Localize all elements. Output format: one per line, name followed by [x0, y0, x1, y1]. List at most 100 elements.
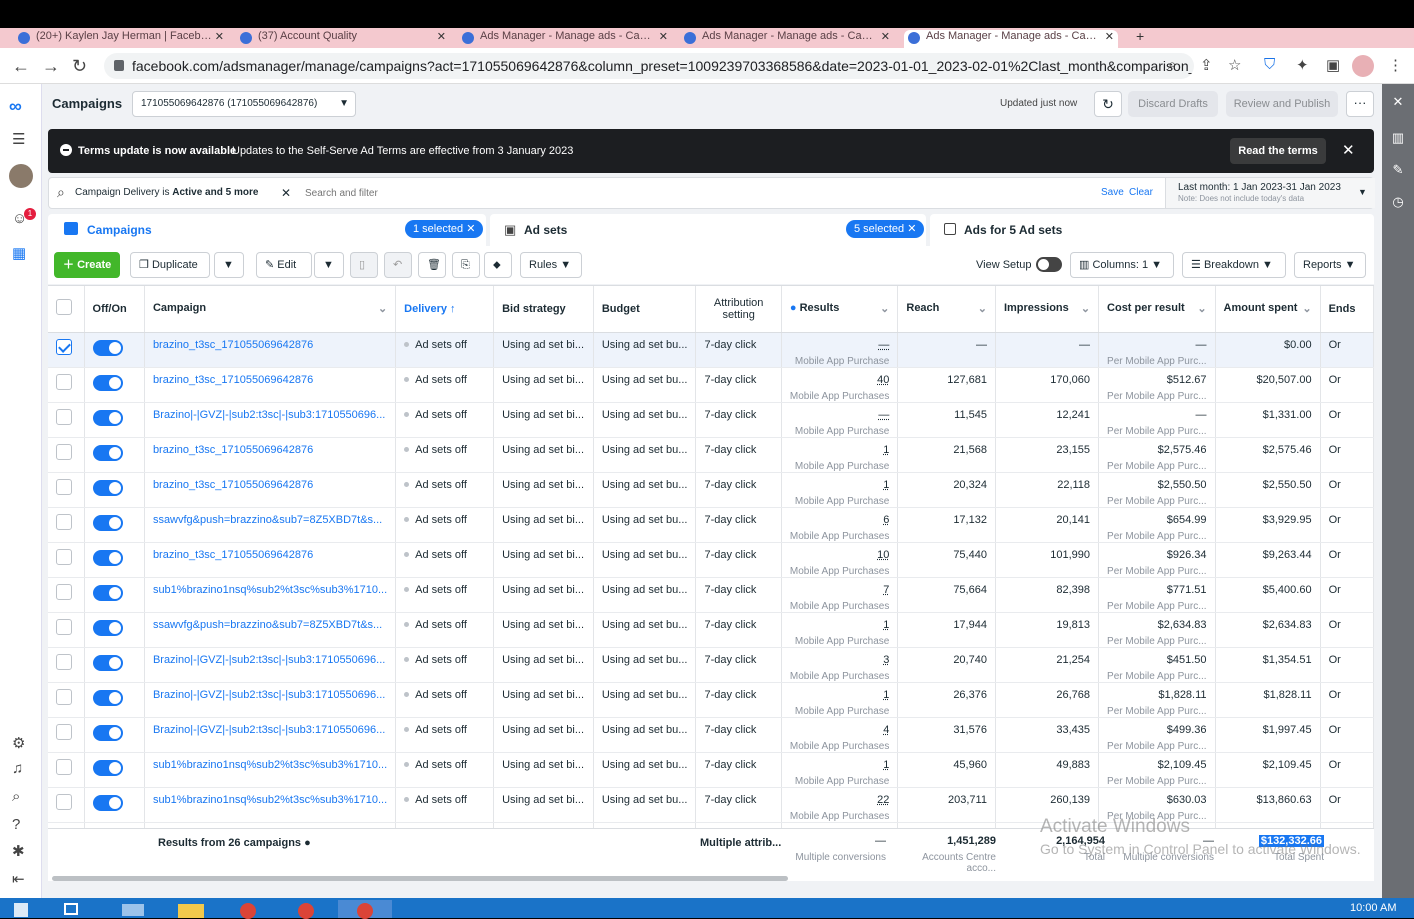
filter-chip[interactable]: Campaign Delivery is Active and 5 more ✕ [75, 184, 295, 202]
task-view-icon[interactable] [56, 900, 90, 918]
campaign-name-link[interactable]: Brazino|-|GVZ|-|sub2:t3sc|-|sub3:1710550… [153, 409, 385, 421]
edit-dropdown-button[interactable]: ▼ [314, 252, 344, 278]
campaign-name-link[interactable]: ssawvfg&push=brazzino&sub7=8Z5XBD7t&s... [153, 514, 382, 526]
chrome-icon-active[interactable] [338, 900, 392, 919]
campaign-name-cell[interactable]: sub1%brazino1nsq%sub2%t3sc%sub3%1710... [144, 752, 397, 788]
row-checkbox[interactable] [56, 618, 72, 635]
table-row[interactable]: ssawvfg&push=brazzino&sub7=8Z5XBD7t&s...… [48, 507, 1374, 543]
duplicate-button[interactable]: ❐ Duplicate [130, 252, 210, 278]
row-select-cell[interactable] [48, 402, 85, 438]
row-checkbox[interactable] [56, 793, 72, 810]
row-toggle-cell[interactable] [84, 577, 145, 613]
share-icon[interactable]: ⇪ [1200, 56, 1213, 74]
tag-button[interactable]: ⬥ [484, 252, 512, 278]
select-all-header[interactable] [48, 286, 85, 333]
help-icon[interactable]: ? [12, 816, 20, 833]
campaign-name-link[interactable]: sub1%brazino1nsq%sub2%t3sc%sub3%1710... [153, 794, 387, 806]
row-toggle-cell[interactable] [84, 507, 145, 543]
row-checkbox[interactable] [56, 373, 72, 390]
column-header-results[interactable]: ● Results ⌄ [781, 286, 899, 333]
close-tab-icon[interactable]: ✕ [1105, 30, 1114, 43]
bug-report-icon[interactable]: ✱ [12, 842, 25, 860]
campaigns-selected-pill[interactable]: 1 selected ✕ [405, 220, 484, 238]
column-header-campaign[interactable]: Campaign ⌄ [144, 286, 397, 333]
campaign-name-link[interactable]: brazino_t3sc_171055069642876 [153, 549, 313, 561]
results-cell[interactable]: — Mobile App Purchase [781, 332, 899, 368]
column-header-cost-per-result[interactable]: Cost per result ⌄ [1098, 286, 1216, 333]
row-select-cell[interactable] [48, 787, 85, 823]
edit-pencil-icon[interactable]: ✎ [1390, 162, 1406, 178]
search-filter-input[interactable] [305, 184, 605, 202]
campaign-name-cell[interactable]: sub1%brazino1nsq%sub2%t3sc%sub3%1710... [144, 787, 397, 823]
campaign-on-off-toggle[interactable] [92, 514, 123, 531]
column-header-attribution[interactable]: Attribution setting [695, 286, 782, 333]
campaign-name-cell[interactable]: brazino_t3sc_171055069642876 [144, 542, 397, 578]
results-cell[interactable]: 4 Mobile App Purchases [781, 717, 899, 753]
browser-tab[interactable]: Ads Manager - Manage ads - Ca… ✕ [458, 30, 672, 48]
row-select-cell[interactable] [48, 577, 85, 613]
settings-gear-icon[interactable]: ⚙ [12, 734, 25, 752]
refresh-button[interactable]: ↻ [1094, 91, 1122, 117]
discard-drafts-button[interactable]: Discard Drafts [1128, 91, 1218, 117]
row-toggle-cell[interactable] [84, 332, 145, 368]
undo-button[interactable]: ↶ [384, 252, 412, 278]
results-cell[interactable]: 1 Mobile App Purchase [781, 437, 899, 473]
column-header-delivery[interactable]: Delivery ↑ [395, 286, 495, 333]
results-cell[interactable]: 6 Mobile App Purchases [781, 507, 899, 543]
campaign-name-cell[interactable]: brazino_t3sc_171055069642876 [144, 367, 397, 403]
row-select-cell[interactable] [48, 717, 85, 753]
shield-extension-icon[interactable]: ⛉ [1264, 56, 1275, 73]
results-cell[interactable]: 10 Mobile App Purchases [781, 542, 899, 578]
campaign-name-cell[interactable]: ssawvfg&push=brazzino&sub7=8Z5XBD7t&s... [144, 612, 397, 648]
table-row[interactable]: brazino_t3sc_171055069642876 Ad sets off U… [48, 437, 1374, 473]
duplicate-dropdown-button[interactable]: ▼ [214, 252, 244, 278]
more-options-button[interactable]: ··· [1346, 91, 1374, 117]
results-cell[interactable]: 1 Mobile App Purchase [781, 752, 899, 788]
column-header-reach[interactable]: Reach ⌄ [897, 286, 996, 333]
results-cell[interactable]: 1 Mobile App Purchase [781, 682, 899, 718]
save-filter-link[interactable]: Save [1101, 187, 1124, 198]
campaign-name-link[interactable]: brazino_t3sc_171055069642876 [153, 339, 313, 351]
forward-arrow-icon[interactable]: → [42, 56, 60, 77]
results-cell[interactable]: 1 Mobile App Purchase [781, 612, 899, 648]
select-all-checkbox[interactable] [56, 299, 72, 316]
row-select-cell[interactable] [48, 752, 85, 788]
campaign-name-cell[interactable]: ssawvfg&push=brazzino&sub7=8Z5XBD7t&s... [144, 507, 397, 543]
reports-button[interactable]: Reports ▼ [1294, 252, 1366, 278]
campaign-on-off-toggle[interactable] [92, 479, 123, 496]
campaign-name-link[interactable]: sub1%brazino1nsq%sub2%t3sc%sub3%1710... [153, 584, 387, 596]
clear-filter-link[interactable]: Clear [1129, 187, 1153, 198]
view-setup-toggle[interactable] [1036, 257, 1062, 272]
campaign-name-link[interactable]: Brazino|-|GVZ|-|sub2:t3sc|-|sub3:1710550… [153, 689, 385, 701]
row-checkbox[interactable] [56, 408, 72, 425]
row-select-cell[interactable] [48, 507, 85, 543]
review-publish-button[interactable]: Review and Publish [1226, 91, 1338, 117]
campaign-name-cell[interactable]: brazino_t3sc_171055069642876 [144, 472, 397, 508]
campaign-name-cell[interactable]: brazino_t3sc_171055069642876 [144, 437, 397, 473]
row-checkbox[interactable] [56, 688, 72, 705]
row-select-cell[interactable] [48, 612, 85, 648]
close-notice-icon[interactable]: ✕ [1342, 141, 1355, 159]
read-terms-button[interactable]: Read the terms [1230, 138, 1326, 164]
campaign-name-cell[interactable]: brazino_t3sc_171055069642876 [144, 332, 397, 368]
extensions-puzzle-icon[interactable]: ✦ [1296, 56, 1309, 74]
new-tab-icon[interactable]: + [1136, 28, 1156, 48]
campaign-name-link[interactable]: brazino_t3sc_171055069642876 [153, 479, 313, 491]
date-range-picker[interactable]: Last month: 1 Jan 2023-31 Jan 2023 Note:… [1165, 178, 1375, 208]
delete-button[interactable]: 🗑 [418, 252, 446, 278]
campaign-name-cell[interactable]: Brazino|-|GVZ|-|sub2:t3sc|-|sub3:1710550… [144, 682, 397, 718]
table-row[interactable]: brazino_t3sc_171055069642876 Ad sets off U… [48, 367, 1374, 403]
row-select-cell[interactable] [48, 367, 85, 403]
row-toggle-cell[interactable] [84, 437, 145, 473]
campaigns-table-icon[interactable]: ▦ [12, 244, 26, 262]
column-header-impressions[interactable]: Impressions ⌄ [995, 286, 1100, 333]
hamburger-menu-icon[interactable]: ☰ [12, 130, 25, 148]
row-toggle-cell[interactable] [84, 612, 145, 648]
row-toggle-cell[interactable] [84, 717, 145, 753]
search-icon[interactable]: ⌕ [12, 788, 20, 805]
table-row[interactable]: sub1%brazino1nsq%sub2%t3sc%sub3%1710... A… [48, 752, 1374, 788]
campaign-on-off-toggle[interactable] [92, 584, 123, 601]
campaign-name-cell[interactable]: Brazino|-|GVZ|-|sub2:t3sc|-|sub3:1710550… [144, 402, 397, 438]
browser-tab[interactable]: (37) Account Quality ✕ [236, 30, 450, 48]
table-row[interactable]: Brazino|-|GVZ|-|sub2:t3sc|-|sub3:1710550… [48, 717, 1374, 753]
